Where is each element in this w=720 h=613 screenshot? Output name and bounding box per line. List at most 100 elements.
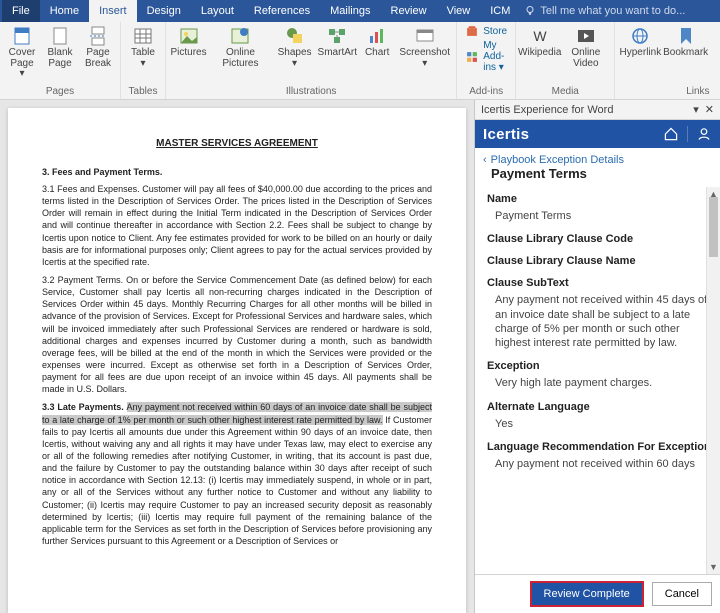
pane-scrollbar[interactable]: ▲ ▼: [706, 187, 720, 574]
group-label-addins: Add-ins: [461, 86, 511, 99]
field-altlang-value: Yes: [487, 417, 714, 431]
pictures-icon: [179, 26, 199, 46]
pictures-button[interactable]: Pictures: [170, 24, 207, 71]
cover-page-icon: [12, 26, 32, 46]
store-button[interactable]: Store: [461, 24, 511, 38]
cancel-button[interactable]: Cancel: [652, 582, 712, 606]
table-button[interactable]: Table ▾: [125, 24, 161, 71]
pane-header: Icertis: [475, 120, 720, 148]
scroll-thumb[interactable]: [709, 197, 718, 257]
svg-text:W: W: [533, 28, 547, 44]
shapes-button[interactable]: Shapes ▾: [274, 24, 316, 71]
tab-file[interactable]: File: [2, 0, 40, 22]
ribbon-group-tables: Table ▾ Tables: [121, 22, 166, 99]
brand-logo: Icertis: [483, 126, 529, 143]
online-pictures-icon: [230, 26, 250, 46]
group-label-media: Media: [520, 86, 610, 99]
tell-me-placeholder: Tell me what you want to do...: [540, 5, 685, 17]
chart-button[interactable]: Chart: [359, 24, 395, 71]
document-page: MASTER SERVICES AGREEMENT 3. Fees and Pa…: [8, 108, 466, 613]
blank-page-icon: [50, 26, 70, 46]
bookmark-button[interactable]: Bookmark: [663, 24, 708, 71]
tab-icm[interactable]: ICM: [480, 0, 520, 22]
field-rec-label: Language Recommendation For Exception: [487, 441, 714, 453]
pane-title-text: Icertis Experience for Word: [481, 104, 613, 116]
video-icon: [576, 26, 596, 46]
home-icon[interactable]: [663, 126, 679, 142]
chevron-left-icon: ‹: [483, 154, 487, 166]
blank-page-button[interactable]: Blank Page: [42, 24, 78, 82]
wikipedia-button[interactable]: WWikipedia: [520, 24, 559, 71]
cross-ref-button[interactable]: Cross-reference: [710, 24, 720, 71]
online-pictures-button[interactable]: Online Pictures: [209, 24, 272, 71]
field-exception-label: Exception: [487, 360, 714, 372]
ribbon-group-media: WWikipedia Online Video Media: [516, 22, 615, 99]
tab-review[interactable]: Review: [381, 0, 437, 22]
field-name-value: Payment Terms: [487, 209, 714, 223]
field-rec-value: Any payment not received within 60 days: [487, 457, 714, 471]
smartart-button[interactable]: SmartArt: [317, 24, 357, 71]
cover-page-button[interactable]: Cover Page ▾: [4, 24, 40, 82]
table-icon: [133, 26, 153, 46]
field-exception-value: Very high late payment charges.: [487, 376, 714, 390]
review-complete-button[interactable]: Review Complete: [530, 581, 644, 607]
store-icon: [465, 24, 479, 38]
tab-references[interactable]: References: [244, 0, 320, 22]
field-subtext-label: Clause SubText: [487, 277, 714, 289]
tab-insert[interactable]: Insert: [89, 0, 137, 22]
online-video-button[interactable]: Online Video: [561, 24, 610, 71]
document-area[interactable]: MASTER SERVICES AGREEMENT 3. Fees and Pa…: [0, 100, 474, 613]
back-label: Playbook Exception Details: [491, 154, 624, 166]
field-cname-label: Clause Library Clause Name: [487, 255, 714, 267]
para-3-2: 3.2 Payment Terms. On or before the Serv…: [42, 274, 432, 395]
pane-close-icon[interactable]: ✕: [705, 103, 714, 116]
screenshot-button[interactable]: Screenshot ▾: [397, 24, 452, 71]
ribbon-group-links: Hyperlink Bookmark Cross-reference Links: [615, 22, 720, 99]
shapes-icon: [285, 26, 305, 46]
smartart-icon: [327, 26, 347, 46]
field-subtext-value: Any payment not received within 45 days …: [487, 293, 714, 350]
pane-title-bar: Icertis Experience for Word ▾ ✕: [475, 100, 720, 120]
pane-heading: Payment Terms: [475, 166, 720, 187]
group-label-links: Links: [619, 86, 720, 99]
field-altlang-label: Alternate Language: [487, 401, 714, 413]
tab-view[interactable]: View: [437, 0, 481, 22]
task-pane: Icertis Experience for Word ▾ ✕ Icertis …: [474, 100, 720, 613]
page-break-icon: [88, 26, 108, 46]
menu-bar: File Home Insert Design Layout Reference…: [0, 0, 720, 22]
hyperlink-button[interactable]: Hyperlink: [619, 24, 661, 71]
bookmark-icon: [676, 26, 696, 46]
tell-me-search[interactable]: Tell me what you want to do...: [524, 5, 685, 17]
back-button[interactable]: ‹ Playbook Exception Details: [475, 148, 720, 166]
group-label-illus: Illustrations: [170, 86, 452, 99]
doc-title: MASTER SERVICES AGREEMENT: [42, 138, 432, 149]
sec3-heading: 3. Fees and Payment Terms.: [42, 167, 432, 177]
screenshot-icon: [415, 26, 435, 46]
tab-layout[interactable]: Layout: [191, 0, 244, 22]
pane-menu-icon[interactable]: ▾: [693, 103, 699, 116]
para-3-1: 3.1 Fees and Expenses. Customer will pay…: [42, 183, 432, 268]
ribbon-insert: Cover Page ▾ Blank Page Page Break Pages…: [0, 22, 720, 100]
group-label-pages: Pages: [4, 86, 116, 99]
pane-body: Name Payment Terms Clause Library Clause…: [475, 187, 720, 574]
chart-icon: [367, 26, 387, 46]
ribbon-group-pages: Cover Page ▾ Blank Page Page Break Pages: [0, 22, 121, 99]
tab-design[interactable]: Design: [137, 0, 191, 22]
pane-footer: Review Complete Cancel: [475, 574, 720, 613]
hyperlink-icon: [630, 26, 650, 46]
field-code-label: Clause Library Clause Code: [487, 233, 714, 245]
page-break-button[interactable]: Page Break: [80, 24, 116, 82]
ribbon-group-addins: Store My Add-ins ▾ Add-ins: [457, 22, 516, 99]
wikipedia-icon: W: [530, 26, 550, 46]
group-label-tables: Tables: [125, 86, 161, 99]
addins-icon: [465, 50, 479, 64]
para-3-3: 3.3 Late Payments. Any payment not recei…: [42, 401, 432, 547]
bulb-icon: [524, 5, 536, 17]
scroll-down-icon[interactable]: ▼: [707, 560, 720, 574]
my-addins-button[interactable]: My Add-ins ▾: [461, 40, 511, 73]
field-name-label: Name: [487, 193, 714, 205]
ribbon-group-illus: Pictures Online Pictures Shapes ▾ SmartA…: [166, 22, 457, 99]
tab-home[interactable]: Home: [40, 0, 89, 22]
tab-mailings[interactable]: Mailings: [320, 0, 380, 22]
user-icon[interactable]: [696, 126, 712, 142]
